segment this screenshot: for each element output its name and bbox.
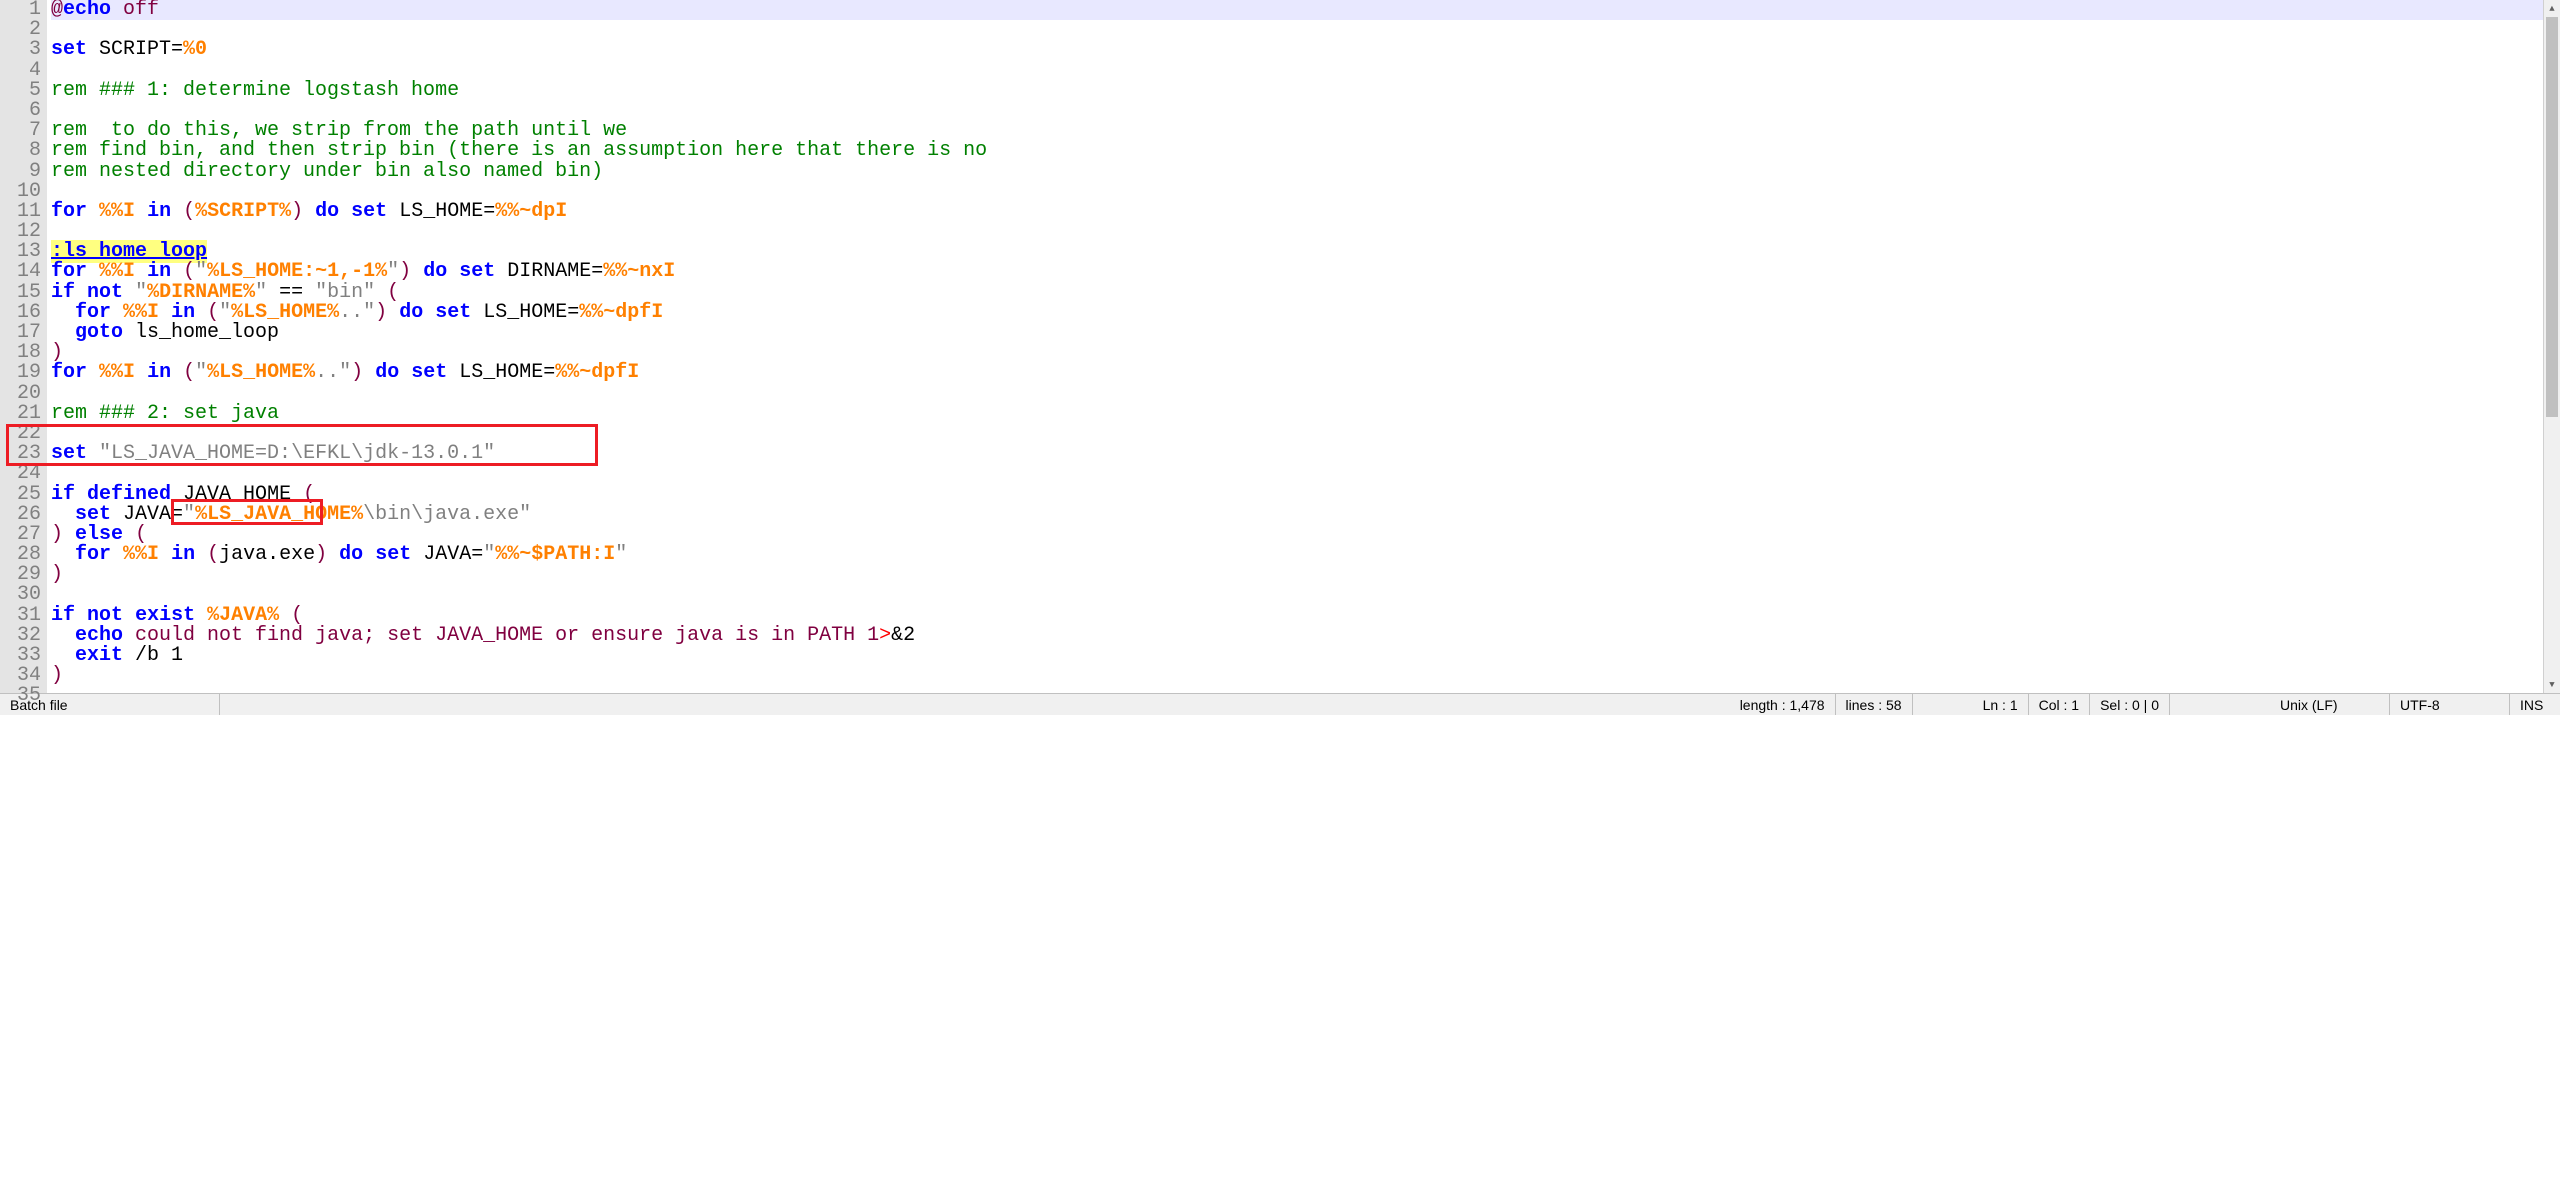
code-line[interactable]: :ls_home_loop: [51, 242, 2543, 262]
code-line[interactable]: for %%I in ("%LS_HOME%..") do set LS_HOM…: [51, 363, 2543, 383]
line-number: 3: [0, 40, 41, 60]
line-number: 5: [0, 81, 41, 101]
code-line[interactable]: goto ls_home_loop: [51, 323, 2543, 343]
line-number: 17: [0, 323, 41, 343]
code-line[interactable]: rem find bin, and then strip bin (there …: [51, 141, 2543, 161]
line-number: 10: [0, 182, 41, 202]
line-number: 2: [0, 20, 41, 40]
line-number: 4: [0, 61, 41, 81]
code-line[interactable]: set "LS_JAVA_HOME=D:\EFKL\jdk-13.0.1": [51, 444, 2543, 464]
code-line[interactable]: rem nested directory under bin also name…: [51, 162, 2543, 182]
code-line[interactable]: set SCRIPT=%0: [51, 40, 2543, 60]
code-line[interactable]: ) else (: [51, 525, 2543, 545]
line-number: 13: [0, 242, 41, 262]
line-number: 8: [0, 141, 41, 161]
line-number-gutter: 1234567891011121314151617181920212223242…: [0, 0, 47, 693]
status-encoding[interactable]: UTF-8: [2390, 694, 2510, 715]
line-number: 20: [0, 384, 41, 404]
code-line[interactable]: [51, 384, 2543, 404]
line-number: 15: [0, 283, 41, 303]
code-line[interactable]: [51, 222, 2543, 242]
line-number: 18: [0, 343, 41, 363]
code-line[interactable]: if defined JAVA_HOME (: [51, 485, 2543, 505]
code-line[interactable]: [51, 464, 2543, 484]
editor-area: 1234567891011121314151617181920212223242…: [0, 0, 2560, 693]
line-number: 32: [0, 626, 41, 646]
code-line[interactable]: for %%I in ("%LS_HOME%..") do set LS_HOM…: [51, 303, 2543, 323]
code-line[interactable]: ): [51, 666, 2543, 686]
line-number: 6: [0, 101, 41, 121]
line-number: 34: [0, 666, 41, 686]
scroll-thumb[interactable]: [2546, 17, 2558, 417]
line-number: 27: [0, 525, 41, 545]
code-line[interactable]: if not exist %JAVA% (: [51, 606, 2543, 626]
code-line[interactable]: rem ### 1: determine logstash home: [51, 81, 2543, 101]
vertical-scrollbar[interactable]: ▲ ▼: [2543, 0, 2560, 693]
line-number: 16: [0, 303, 41, 323]
code-line[interactable]: [51, 585, 2543, 605]
line-number: 23: [0, 444, 41, 464]
line-number: 14: [0, 262, 41, 282]
line-number: 33: [0, 646, 41, 666]
code-text-area[interactable]: @echo off set SCRIPT=%0 rem ### 1: determi…: [47, 0, 2543, 693]
line-number: 30: [0, 585, 41, 605]
scroll-down-arrow[interactable]: ▼: [2544, 676, 2560, 693]
code-line[interactable]: rem ### 2: set java: [51, 404, 2543, 424]
code-line[interactable]: ): [51, 565, 2543, 585]
code-line[interactable]: exit /b 1: [51, 646, 2543, 666]
code-line[interactable]: [51, 101, 2543, 121]
line-number: 21: [0, 404, 41, 424]
code-line[interactable]: @echo off: [51, 0, 2543, 20]
line-number: 31: [0, 606, 41, 626]
code-line[interactable]: echo could not find java; set JAVA_HOME …: [51, 626, 2543, 646]
line-number: 22: [0, 424, 41, 444]
code-line[interactable]: set JAVA="%LS_JAVA_HOME%\bin\java.exe": [51, 505, 2543, 525]
line-number: 9: [0, 162, 41, 182]
line-number: 11: [0, 202, 41, 222]
line-number: 25: [0, 485, 41, 505]
code-line[interactable]: for %%I in (%SCRIPT%) do set LS_HOME=%%~…: [51, 202, 2543, 222]
line-number: 1: [0, 0, 41, 20]
line-number: 35: [0, 686, 41, 706]
line-number: 24: [0, 464, 41, 484]
code-line[interactable]: rem to do this, we strip from the path u…: [51, 121, 2543, 141]
code-line[interactable]: [51, 424, 2543, 444]
code-line[interactable]: [51, 686, 2543, 706]
code-line[interactable]: [51, 182, 2543, 202]
line-number: 19: [0, 363, 41, 383]
code-line[interactable]: for %%I in ("%LS_HOME:~1,-1%") do set DI…: [51, 262, 2543, 282]
line-number: 12: [0, 222, 41, 242]
code-line[interactable]: for %%I in (java.exe) do set JAVA="%%~$P…: [51, 545, 2543, 565]
line-number: 28: [0, 545, 41, 565]
scroll-up-arrow[interactable]: ▲: [2544, 0, 2560, 17]
line-number: 26: [0, 505, 41, 525]
code-line[interactable]: if not "%DIRNAME%" == "bin" (: [51, 283, 2543, 303]
line-number: 29: [0, 565, 41, 585]
code-line[interactable]: [51, 61, 2543, 81]
code-line[interactable]: ): [51, 343, 2543, 363]
code-line[interactable]: [51, 20, 2543, 40]
line-number: 7: [0, 121, 41, 141]
